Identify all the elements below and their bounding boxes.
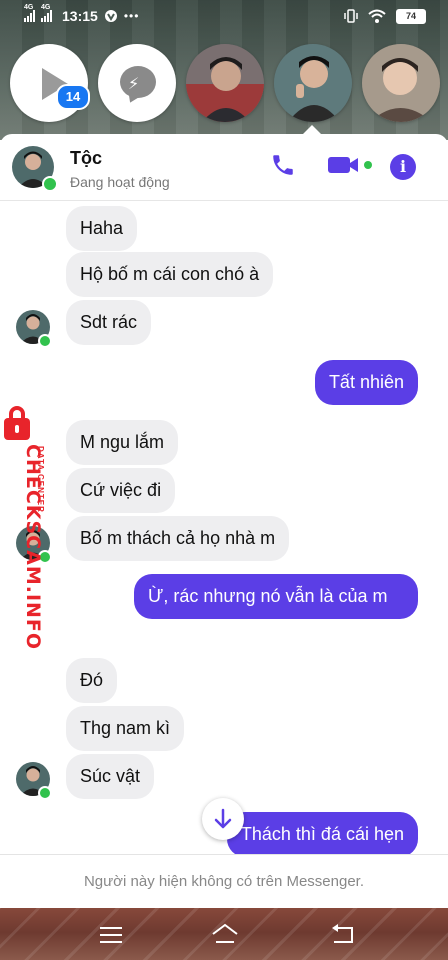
info-button[interactable]: i	[390, 154, 416, 180]
person-photo-icon	[274, 44, 352, 122]
back-nav-button[interactable]	[328, 922, 356, 946]
sim2-label: 4G	[41, 4, 51, 11]
online-indicator	[42, 176, 58, 192]
phone-icon	[273, 155, 293, 175]
unread-badge: 14	[56, 84, 90, 110]
active-head-pointer	[302, 125, 322, 135]
chat-heads-row: 14 ⚡	[0, 44, 448, 124]
clock: 13:15	[62, 8, 98, 24]
person-photo-icon	[362, 44, 440, 122]
contact-status: Đang hoạt động	[70, 174, 170, 190]
contact-name[interactable]: Tộc	[70, 148, 102, 169]
scroll-to-bottom-button[interactable]	[202, 798, 244, 840]
message-list: Haha Hộ bố m cái con chó à Sdt rác Tất n…	[0, 200, 448, 857]
messenger-chat-head[interactable]: ⚡	[98, 44, 176, 122]
menu-nav-button[interactable]	[100, 927, 122, 948]
info-icon: i	[390, 154, 416, 180]
video-chat-head[interactable]	[10, 44, 88, 122]
message-in[interactable]: Súc vật	[66, 754, 155, 799]
more-icon: •••	[123, 9, 140, 23]
chat-head-avatar-2[interactable]	[274, 44, 352, 122]
watermark-sub: DATA CENTER	[36, 446, 45, 513]
video-call-button[interactable]	[328, 154, 372, 181]
online-indicator	[38, 334, 52, 348]
message-out[interactable]: Ừ, rác nhưng nó vẫn là của m	[134, 574, 418, 619]
status-bar: 4G 4G 13:15 ••• 74	[0, 0, 448, 34]
signal-icon-2: 4G	[41, 4, 52, 22]
message-out[interactable]: Tất nhiên	[314, 360, 418, 405]
message-out[interactable]: Thách thì đá cái hẹn	[226, 812, 418, 857]
wifi-icon	[368, 9, 386, 23]
watermark: CHECKSCAM.INFO DATA CENTER	[0, 404, 52, 650]
vpn-icon	[104, 10, 117, 22]
person-photo-icon	[186, 44, 264, 122]
message-in[interactable]: Bố m thách cả họ nhà m	[66, 516, 290, 561]
battery-indicator: 74	[396, 8, 426, 24]
message-in[interactable]: Thg nam kì	[66, 706, 185, 751]
call-button[interactable]	[270, 152, 296, 183]
message-in[interactable]: Cứ việc đi	[66, 468, 176, 513]
vibrate-icon	[344, 9, 358, 23]
video-camera-icon	[328, 157, 372, 173]
chat-head-avatar-3[interactable]	[362, 44, 440, 122]
arrow-down-icon	[214, 808, 232, 829]
signal-icon: 4G	[24, 4, 35, 22]
chat-head-avatar-1[interactable]	[186, 44, 264, 122]
message-in[interactable]: Đó	[66, 658, 118, 703]
unavailable-notice: Người này hiện không có trên Messenger.	[0, 854, 448, 908]
message-in[interactable]: Hộ bố m cái con chó à	[66, 252, 274, 297]
chat-header: Tộc Đang hoạt động i	[0, 134, 448, 201]
home-nav-button[interactable]	[210, 922, 240, 946]
message-in[interactable]: Haha	[66, 206, 138, 251]
message-in[interactable]: Sdt rác	[66, 300, 152, 345]
sim1-label: 4G	[24, 4, 34, 11]
system-nav-bar	[0, 910, 448, 960]
online-indicator	[38, 786, 52, 800]
chat-window: Tộc Đang hoạt động i Haha Hộ bố m cái co…	[0, 134, 448, 908]
message-in[interactable]: M ngu lắm	[66, 420, 179, 465]
